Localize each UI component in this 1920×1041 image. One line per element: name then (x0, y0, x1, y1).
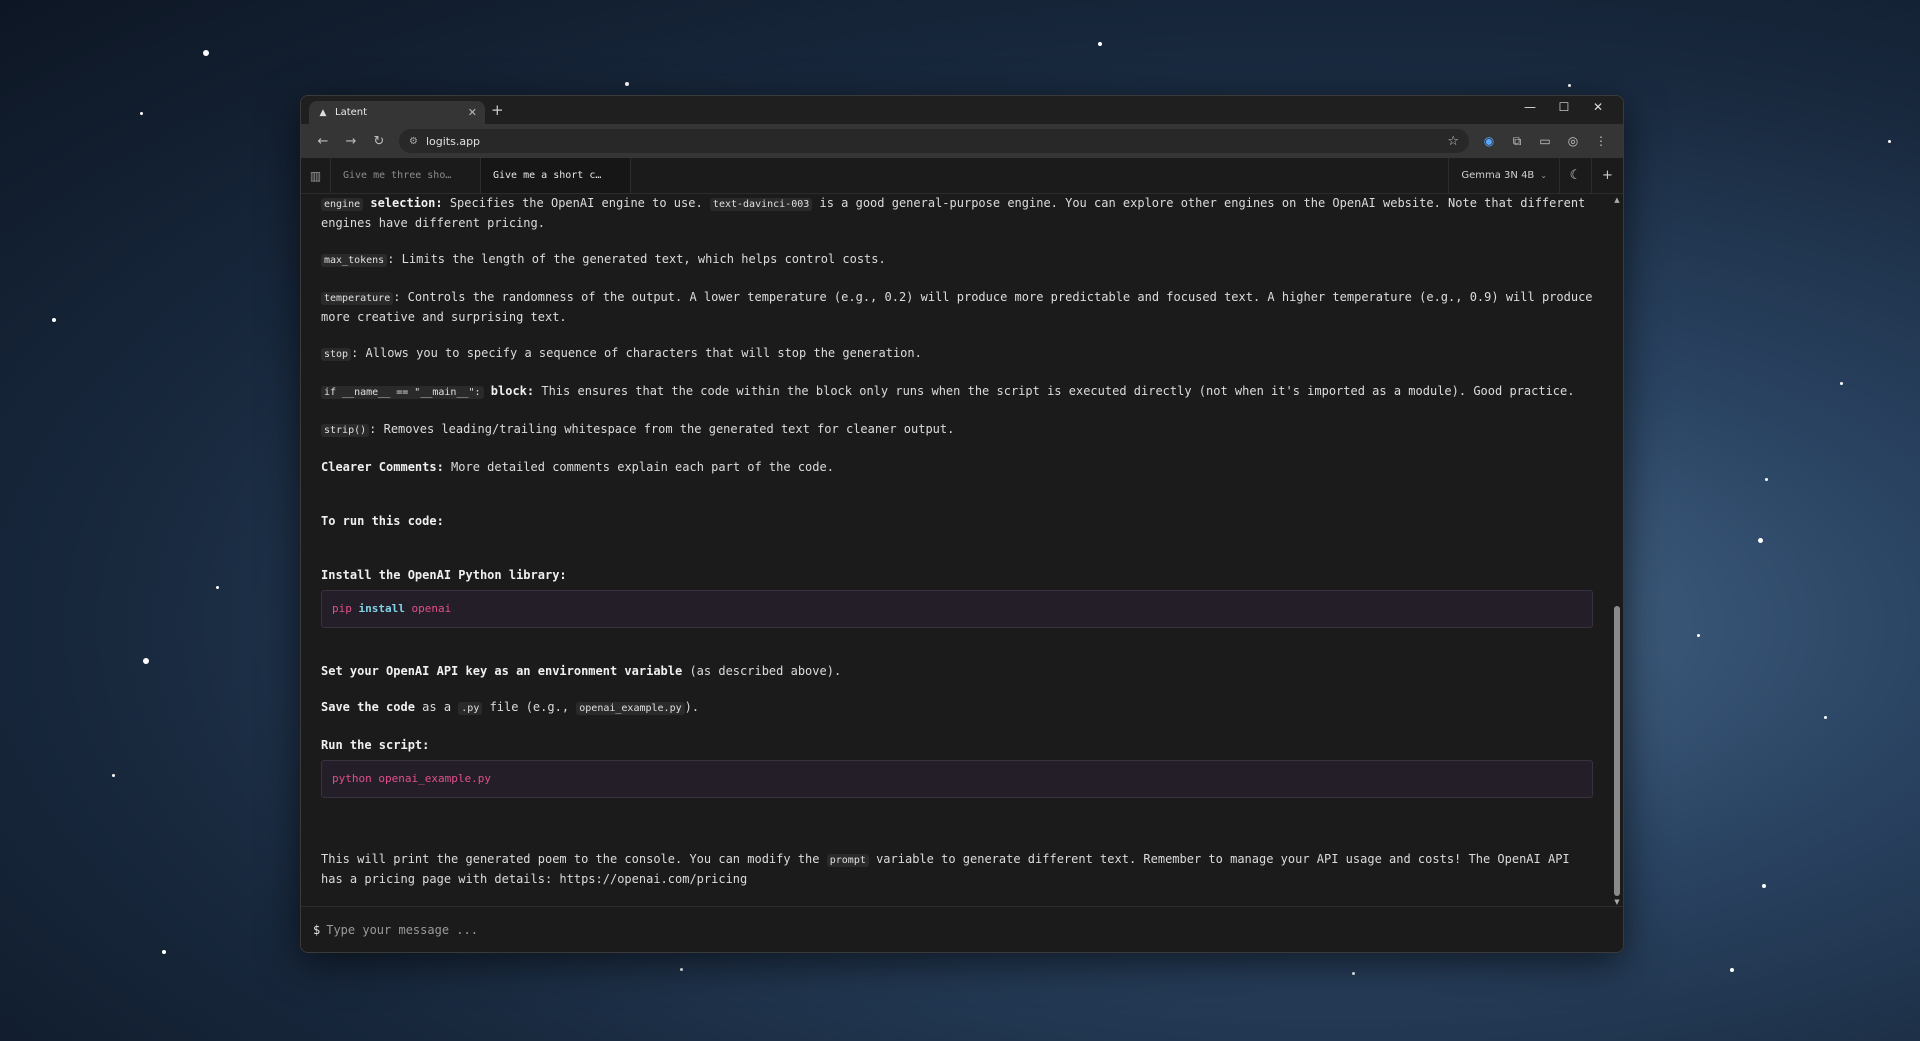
audio-playing-icon[interactable]: ◉ (1475, 134, 1503, 148)
bold-text: To run this code: (321, 514, 444, 528)
inline-code: text-davinci-003 (709, 198, 813, 211)
scrollbar[interactable]: ▲ ▼ (1611, 194, 1623, 908)
body-text: file (e.g., (482, 700, 577, 714)
maximize-button[interactable]: ☐ (1547, 100, 1581, 114)
inline-code: if __name__ == "__main__": (321, 386, 484, 399)
code-block-run[interactable]: python openai_example.py (321, 760, 1593, 798)
inline-code: engine (321, 198, 364, 211)
close-window-button[interactable]: ✕ (1581, 100, 1615, 114)
inline-code: temperature (321, 292, 394, 305)
body-text: : Controls the randomness of the output.… (321, 290, 1593, 324)
paragraph-stop: stop: Allows you to specify a sequence o… (321, 344, 1593, 364)
chat-message: engine selection: Specifies the OpenAI e… (301, 194, 1611, 908)
body-text: This will print the generated poem to th… (321, 852, 827, 866)
bold-text: Set your OpenAI API key as an environmen… (321, 664, 683, 678)
paragraph-strip: strip(): Removes leading/trailing whites… (321, 420, 1593, 440)
paragraph-comments: Clearer Comments: More detailed comments… (321, 458, 1593, 476)
heading-install: Install the OpenAI Python library: (321, 566, 1593, 584)
browser-tab-title: Latent (335, 107, 368, 118)
body-text: : Allows you to specify a sequence of ch… (351, 346, 922, 360)
inline-code: openai_example.py (576, 702, 685, 715)
site-settings-icon[interactable]: ⚙ (409, 136, 418, 147)
inline-code: .py (458, 702, 483, 715)
triangle-logo-icon: ▲ (319, 107, 327, 118)
bold-text: block: (483, 384, 535, 398)
bold-text: Save the code (321, 700, 415, 714)
browser-tabstrip: ▲ Latent ✕ + — ☐ ✕ (301, 96, 1623, 124)
browser-tab-latent[interactable]: ▲ Latent ✕ (309, 101, 485, 124)
body-text: (as described above). (682, 664, 842, 678)
app-header: ▥ Give me three sho… Give me a short c… … (301, 158, 1623, 194)
model-selector[interactable]: Gemma 3N 4B ⌄ (1448, 158, 1559, 193)
bold-text: Clearer Comments: (321, 460, 444, 474)
code-token: python openai_example.py (332, 772, 491, 785)
window-controls: — ☐ ✕ (1513, 100, 1615, 114)
conversation-tab-label: Give me a short c… (493, 170, 602, 181)
bold-text: selection: (370, 196, 443, 210)
browser-toolbar: ← → ↻ ⚙ logits.app ☆ ◉ ⧉ ▭ ◎ ⋮ (301, 124, 1623, 158)
prompt-symbol: $ (313, 922, 321, 937)
extensions-puzzle-icon[interactable]: ⧉ (1503, 134, 1531, 149)
paragraph-set-key: Set your OpenAI API key as an environmen… (321, 662, 1593, 680)
message-input-bar: $ (301, 906, 1623, 952)
body-text: : Limits the length of the generated tex… (387, 252, 886, 266)
scroll-down-arrow-icon[interactable]: ▼ (1611, 898, 1623, 906)
code-token: pip (332, 602, 352, 615)
address-bar[interactable]: ⚙ logits.app ☆ (399, 129, 1469, 153)
minimize-button[interactable]: — (1513, 100, 1547, 114)
browser-window: ▲ Latent ✕ + — ☐ ✕ ← → ↻ ⚙ logits.app ☆ … (300, 95, 1624, 953)
paragraph-if-name: if __name__ == "__main__": block: This e… (321, 382, 1593, 402)
heading-run-script: Run the script: (321, 736, 1593, 754)
sidebar-toggle-icon[interactable]: ▥ (301, 158, 331, 193)
close-tab-icon[interactable]: ✕ (468, 106, 477, 119)
code-token: openai (411, 602, 452, 615)
paragraph-temperature: temperature: Controls the randomness of … (321, 288, 1593, 326)
profile-avatar-icon[interactable]: ◎ (1559, 134, 1587, 148)
body-text: as a (414, 700, 459, 714)
paragraph-max-tokens: max_tokens: Limits the length of the gen… (321, 250, 1593, 270)
scroll-up-arrow-icon[interactable]: ▲ (1611, 196, 1623, 204)
body-text: ). (684, 700, 700, 714)
paragraph-engine: engine selection: Specifies the OpenAI e… (321, 194, 1593, 232)
conversation-tab-label: Give me three sho… (343, 170, 452, 181)
code-block-pip[interactable]: pip install openai (321, 590, 1593, 628)
bold-text: Run the script: (321, 738, 430, 752)
new-chat-plus-icon[interactable]: + (1591, 158, 1623, 193)
model-name: Gemma 3N 4B (1461, 170, 1535, 181)
body-text: Specifies the OpenAI engine to use. (442, 196, 710, 210)
url-text[interactable]: logits.app (426, 135, 1447, 148)
bold-text: Install the OpenAI Python library: (321, 568, 567, 582)
code-token: install (358, 602, 405, 615)
body-text: This ensures that the code within the bl… (534, 384, 1575, 398)
inline-code: prompt (826, 854, 869, 867)
paragraph-final: This will print the generated poem to th… (321, 850, 1593, 888)
body-text: More detailed comments explain each part… (443, 460, 834, 474)
message-input[interactable] (326, 922, 1611, 937)
theme-toggle-moon-icon[interactable]: ☾ (1559, 158, 1591, 193)
scrollbar-thumb[interactable] (1614, 606, 1620, 896)
bookmark-star-icon[interactable]: ☆ (1447, 134, 1459, 149)
new-tab-button[interactable]: + (491, 101, 504, 119)
chevron-down-icon: ⌄ (1540, 171, 1547, 180)
conversation-tab-1[interactable]: Give me three sho… (331, 158, 481, 193)
inline-code: max_tokens (321, 254, 388, 267)
heading-to-run: To run this code: (321, 512, 1593, 530)
back-arrow-icon[interactable]: ← (309, 134, 337, 149)
inline-code: stop (321, 348, 352, 361)
split-view-icon[interactable]: ▭ (1531, 134, 1559, 148)
conversation-tab-2[interactable]: Give me a short c… (481, 158, 631, 193)
forward-arrow-icon[interactable]: → (337, 134, 365, 149)
reload-icon[interactable]: ↻ (365, 134, 393, 149)
paragraph-save-code: Save the code as a .py file (e.g., opena… (321, 698, 1593, 718)
inline-code: strip() (321, 424, 370, 437)
body-text: : Removes leading/trailing whitespace fr… (369, 422, 955, 436)
more-menu-icon[interactable]: ⋮ (1587, 134, 1615, 148)
